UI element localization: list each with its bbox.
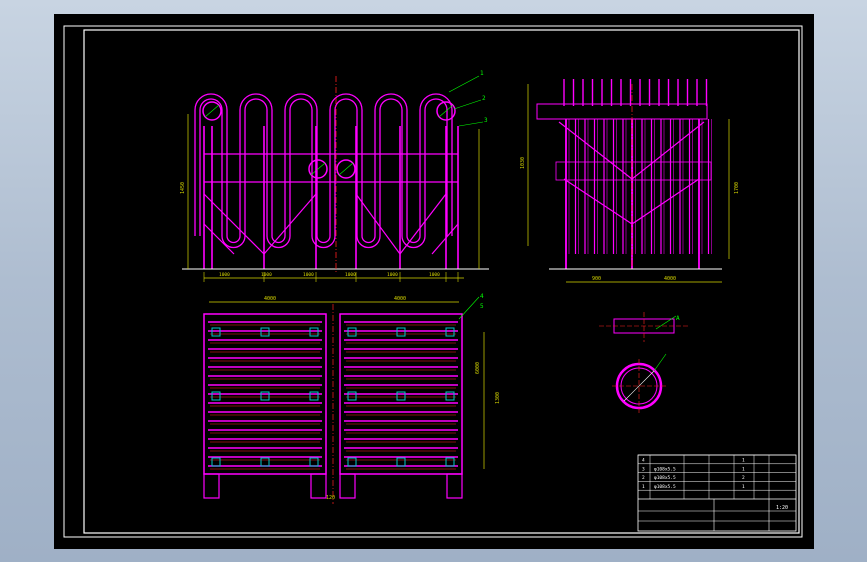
- support-pad: [347, 327, 357, 337]
- part-no: 1: [642, 484, 645, 490]
- plan-top-dim-1: 4000: [264, 296, 276, 302]
- front-height-dim: 1450: [180, 182, 186, 194]
- side-elevation-view: 1030 1700 900 4000: [520, 79, 740, 283]
- drawing-sheet: 1450 1000 1000 1000 1000 1000 1000 1 2 3 1030…: [54, 14, 814, 549]
- detail-label-a: A: [676, 315, 680, 322]
- side-bottom-dim-1: 900: [592, 276, 601, 282]
- support-pad: [396, 457, 406, 467]
- bottom-dim-label: 1000: [261, 272, 272, 278]
- side-right-height-dim: 1700: [734, 182, 740, 194]
- part-no: 3: [642, 466, 645, 472]
- support-pad: [309, 457, 319, 467]
- leader-label-4: 4: [480, 293, 484, 300]
- part-no: 4: [642, 458, 645, 464]
- brace: [203, 223, 235, 255]
- plan-top-dim-2: 4000: [394, 296, 406, 302]
- part-name: φ108x5.5: [654, 466, 676, 472]
- leader-label-2: 2: [482, 95, 486, 102]
- support-pad: [396, 327, 406, 337]
- detail-views: A: [599, 312, 689, 413]
- leader-label-5: 5: [480, 303, 484, 310]
- bottom-dimension-labels: 1000 1000 1000 1000 1000 1000: [203, 272, 459, 282]
- brace: [431, 223, 459, 255]
- plan-view: 4000 4000 6000 1300 120 4 5: [203, 293, 501, 504]
- bottom-dim-label: 1000: [303, 272, 314, 278]
- side-bottom-dim-2: 4000: [664, 276, 676, 282]
- coil-loop: [379, 98, 403, 236]
- front-elevation-view: 1450 1000 1000 1000 1000 1000 1000 1 2 3: [180, 70, 489, 282]
- coil-loop: [334, 98, 358, 236]
- part-note: 2: [742, 475, 745, 481]
- bottom-dim-label: 1000: [387, 272, 398, 278]
- plan-bottom-dim: 120: [326, 495, 335, 501]
- part-note: 1: [742, 466, 745, 472]
- support-pad: [260, 327, 270, 337]
- title-block: 4 1 3 φ108x5.5 1 2 φ108x5.5 2 1 φ108x5.5 1 1:20: [637, 454, 797, 532]
- leader-label-1: 1: [480, 70, 484, 77]
- part-no: 2: [642, 475, 645, 481]
- outer-frame: [63, 25, 803, 538]
- support-pad: [309, 327, 319, 337]
- support-pad: [211, 327, 221, 337]
- brace: [203, 193, 265, 255]
- parts-list: 4 1 3 φ108x5.5 1 2 φ108x5.5 2 1 φ108x5.5 1: [638, 454, 796, 499]
- top-header-pipe: [536, 103, 708, 120]
- plan-tube-rows: [203, 304, 463, 504]
- leader-label-3: 3: [484, 117, 488, 124]
- bottom-dim-label: 1000: [429, 272, 440, 278]
- support-pad: [445, 327, 455, 337]
- support-pad: [260, 457, 270, 467]
- part-name: φ108x5.5: [654, 484, 676, 490]
- part-note: 1: [742, 458, 745, 464]
- bottom-dim-label: 1000: [219, 272, 230, 278]
- bottom-dim-label: 1000: [345, 272, 356, 278]
- cad-drawing: 1450 1000 1000 1000 1000 1000 1000 1 2 3 1030…: [63, 25, 803, 538]
- support-pad: [211, 457, 221, 467]
- plan-right-dim-1: 6000: [475, 362, 481, 374]
- scale-text: 1:20: [776, 505, 788, 511]
- plan-right-dim-2: 1300: [495, 392, 501, 404]
- support-pad: [347, 457, 357, 467]
- part-note: 1: [742, 484, 745, 490]
- side-height-dim: 1030: [520, 157, 526, 169]
- support-pad: [445, 457, 455, 467]
- part-name: φ108x5.5: [654, 475, 676, 481]
